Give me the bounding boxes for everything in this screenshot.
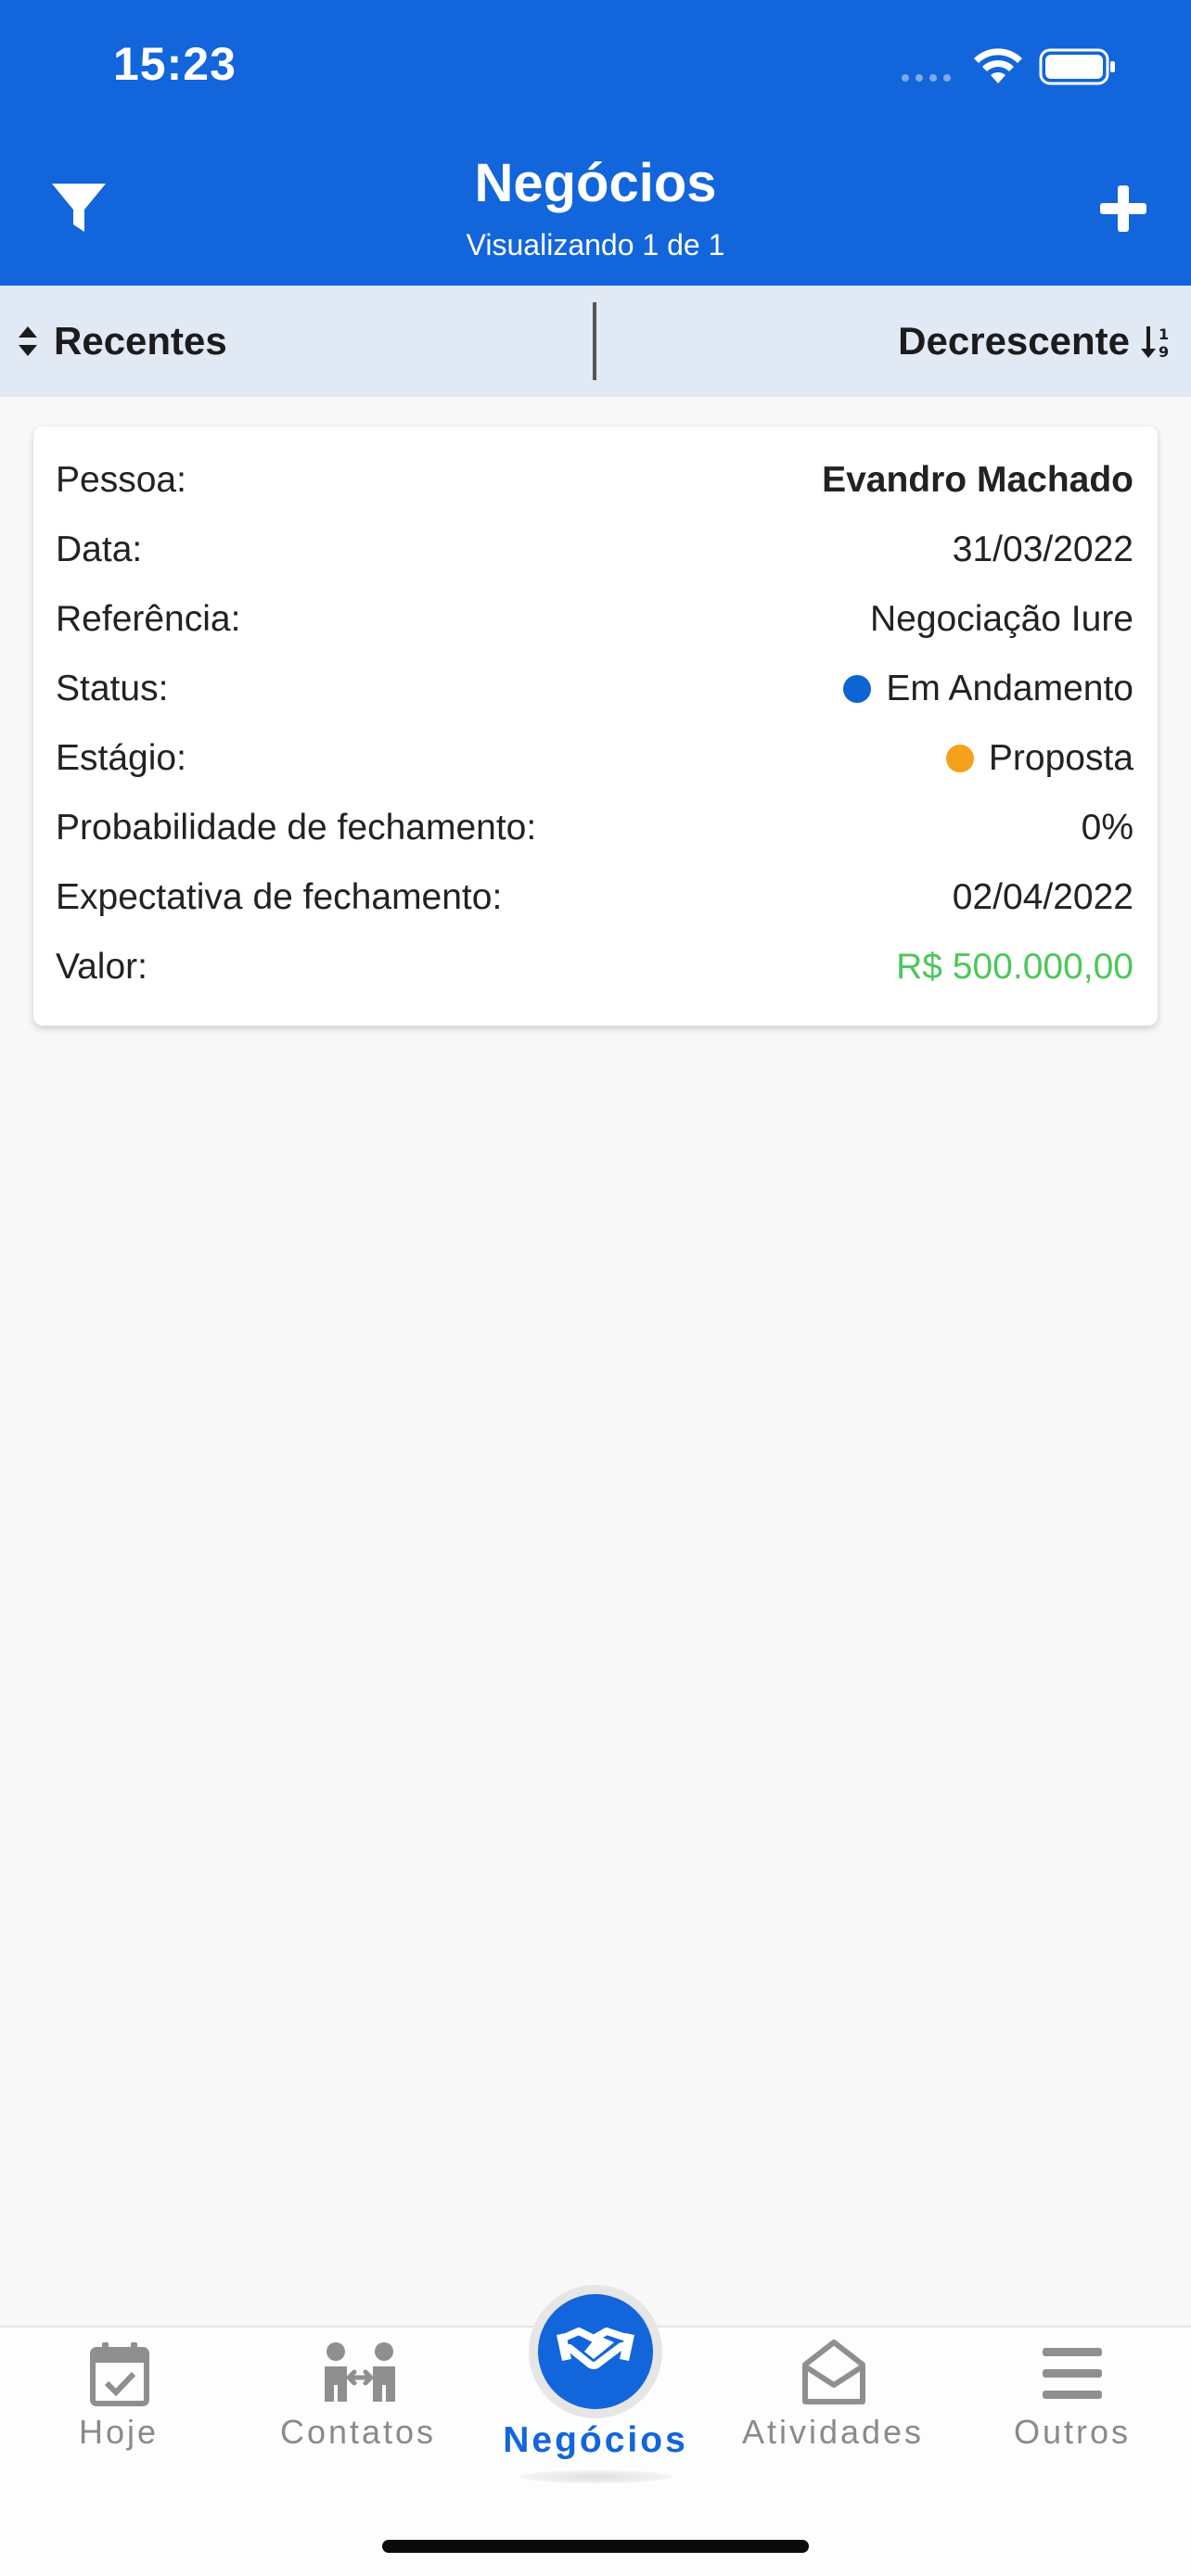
sort-by-label: Recentes [54,319,227,363]
deal-label: Data: [56,529,143,569]
status-time: 15:23 [113,38,237,90]
page-title: Negócios [474,153,717,213]
order-label: Decrescente [898,319,1130,363]
deal-row-amount: Valor: R$ 500.000,00 [56,932,1133,1001]
deal-card[interactable]: Pessoa: Evandro Machado Data: 31/03/2022… [33,427,1158,1026]
status-dot [843,674,872,703]
deal-label: Referência: [56,598,241,639]
menu-icon [1043,2348,1102,2399]
deal-label: Estágio: [56,737,186,778]
contacts-people-icon [325,2342,395,2402]
amount-value: R$ 500.000,00 [896,946,1133,987]
deal-label: Status: [56,668,169,708]
deal-value: 02/04/2022 [952,876,1133,917]
stage-text: Proposta [988,737,1133,778]
deal-row-probability: Probabilidade de fechamento: 0% [56,793,1133,862]
battery-icon [1039,48,1115,85]
envelope-open-icon [802,2340,865,2404]
deal-row-reference: Referência: Negociação Iure [56,584,1133,654]
tab-atividades[interactable] [714,2327,952,2476]
home-indicator [382,2540,809,2553]
cellular-signal-icon [902,74,951,82]
sort-updown-icon [19,326,37,356]
page-subtitle: Visualizando 1 de 1 [466,228,725,261]
deal-label: Pessoa: [56,459,186,500]
tab-hoje[interactable] [0,2327,237,2476]
svg-text:9: 9 [1159,343,1169,360]
status-value: Em Andamento [843,669,1133,709]
wifi-icon [974,48,1022,83]
active-tab-shadow [519,2470,672,2483]
deal-row-status: Status: Em Andamento [56,654,1133,723]
stage-value: Proposta [945,737,1133,779]
tab-label-negocios: Negócios [503,2420,688,2460]
tab-label-hoje: Hoje [78,2413,160,2451]
tab-label-contatos: Contatos [279,2413,437,2451]
deal-value: 0% [1081,807,1133,848]
tab-negocios[interactable] [538,2294,653,2409]
sort-descending-icon: 1 9 [1141,325,1169,360]
stage-dot [945,744,974,772]
tab-label-outros: Outros [1013,2413,1132,2451]
deal-value: Evandro Machado [822,459,1133,500]
deal-label: Expectativa de fechamento: [56,876,503,917]
tab-label-atividades: Atividades [741,2413,925,2451]
deal-row-stage: Estágio: Proposta [56,723,1133,793]
deal-row-date: Data: 31/03/2022 [56,515,1133,584]
tab-contatos[interactable] [239,2327,477,2476]
svg-text:1: 1 [1159,325,1169,343]
sort-bar: Recentes Decrescente 1 9 [0,286,1191,397]
handshake-icon [557,2327,634,2369]
sort-by-button[interactable]: Recentes [17,286,227,397]
deal-label: Valor: [56,946,147,987]
deal-row-person: Pessoa: Evandro Machado [56,445,1133,515]
plus-icon[interactable] [1098,184,1148,234]
deal-value: Negociação Iure [869,598,1133,639]
tab-outros[interactable] [954,2327,1191,2476]
deal-row-expected-close: Expectativa de fechamento: 02/04/2022 [56,862,1133,932]
deal-label: Probabilidade de fechamento: [56,807,537,848]
deal-value: 31/03/2022 [952,529,1133,569]
app-header: 15:23 Negócios Visualizando 1 de 1 [0,0,1191,286]
order-button[interactable]: Decrescente 1 9 [898,286,1174,397]
sort-divider [593,302,596,380]
status-text: Em Andamento [886,668,1133,708]
calendar-check-icon [90,2342,149,2406]
